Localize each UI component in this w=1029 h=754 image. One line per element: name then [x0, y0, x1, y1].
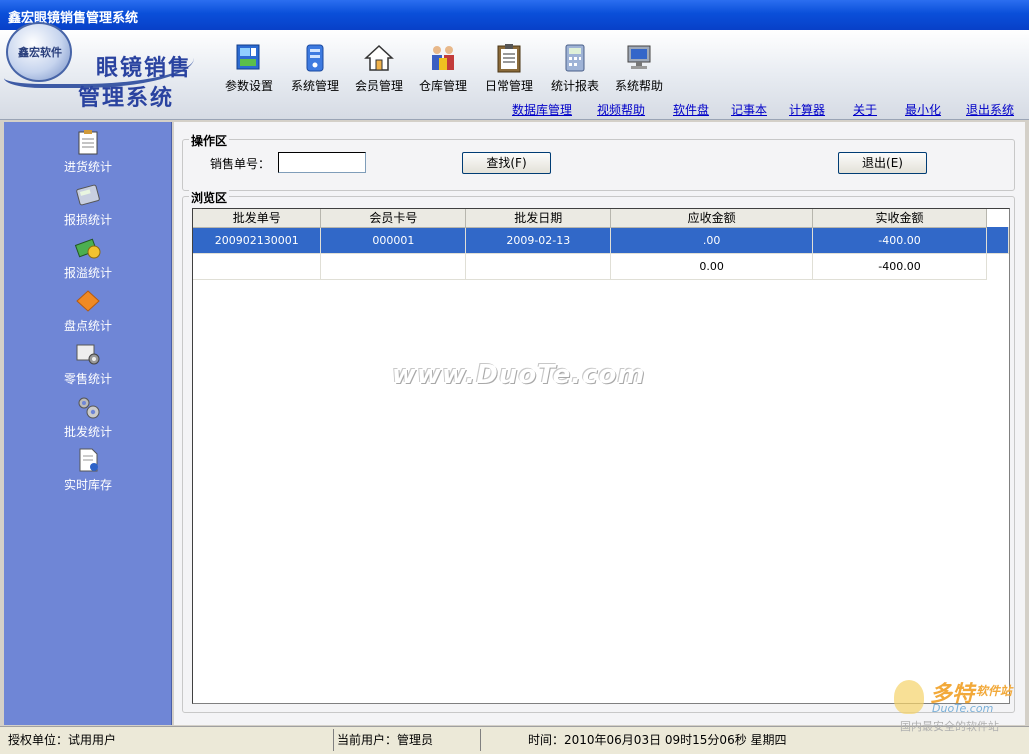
link-notepad[interactable]: 记事本	[731, 101, 767, 118]
operation-group-legend: 操作区	[189, 132, 230, 149]
sales-number-input[interactable]	[278, 152, 366, 173]
house-icon	[364, 44, 394, 71]
row-filler	[986, 253, 1009, 279]
title-bar: 鑫宏眼镜销售管理系统	[0, 0, 1029, 30]
gears-icon	[78, 397, 100, 419]
status-divider	[333, 729, 334, 751]
search-button[interactable]: 查找(F)	[462, 152, 551, 174]
money-icon	[74, 238, 101, 259]
header-filler	[986, 209, 1009, 227]
sales-number-label: 销售单号：	[210, 157, 271, 171]
toolbar-label: 会员管理	[354, 79, 403, 93]
row-filler	[986, 227, 1010, 254]
toolbar-button-daily[interactable]: 日常管理	[478, 42, 540, 96]
toolbar-button-warehouse[interactable]: 仓库管理	[412, 42, 474, 96]
clipboard-icon	[497, 44, 521, 73]
brand-title-line1: 眼镜销售	[96, 55, 193, 81]
browse-group-legend: 浏览区	[189, 189, 230, 206]
status-divider	[480, 729, 481, 751]
link-calculator[interactable]: 计算器	[789, 101, 825, 118]
toolbar-label: 系统管理	[290, 79, 339, 93]
corner-site: DuoTe.com	[932, 702, 994, 715]
sidebar: 进货统计 报损统计 报溢统计 盘点统计 零售统计 批发统计 实时库存	[4, 122, 172, 725]
sidebar-item-label: 零售统计	[63, 372, 112, 386]
grid-header-row: 批发单号 会员卡号 批发日期 应收金额 实收金额	[193, 209, 1009, 228]
sidebar-item-label: 报损统计	[63, 213, 112, 227]
table-row-summary[interactable]: 0.00 -400.00	[193, 253, 1009, 280]
diamond-icon	[76, 290, 100, 312]
clipboard-icon	[78, 130, 98, 155]
status-user: 当前用户：管理员	[337, 733, 434, 747]
document-icon	[79, 448, 98, 472]
mascot-icon	[894, 680, 924, 714]
column-header[interactable]: 应收金额	[610, 209, 814, 228]
sidebar-item-label: 实时库存	[63, 478, 112, 492]
cell-order-no: 200902130001	[193, 227, 322, 254]
calculator-icon	[565, 44, 585, 72]
column-header[interactable]: 批发日期	[465, 209, 612, 228]
link-database[interactable]: 数据库管理	[512, 101, 572, 118]
computer-icon	[627, 45, 651, 69]
sidebar-item-loss-stats[interactable]: 报损统计	[4, 181, 172, 228]
corner-tagline: 国内最安全的软件站	[900, 720, 999, 733]
data-grid[interactable]: 批发单号 会员卡号 批发日期 应收金额 实收金额 200902130001 00…	[192, 208, 1010, 704]
cell-member-card	[320, 253, 467, 280]
column-header[interactable]: 会员卡号	[320, 209, 467, 228]
link-video-help[interactable]: 视频帮助	[597, 101, 645, 118]
site-watermark: www.DuoTe.com	[392, 360, 646, 390]
toolbar-label: 仓库管理	[418, 79, 467, 93]
cell-order-no	[193, 253, 322, 280]
settings-board-icon	[236, 44, 260, 70]
toolbar-label: 系统帮助	[614, 79, 663, 93]
cell-date	[465, 253, 612, 280]
table-row[interactable]: 200902130001 000001 2009-02-13 .00 -400.…	[193, 227, 1010, 254]
cell-member-card: 000001	[320, 227, 467, 254]
sidebar-item-label: 盘点统计	[63, 319, 112, 333]
link-minimize[interactable]: 最小化	[905, 101, 941, 118]
toolbar-label: 日常管理	[484, 79, 533, 93]
sidebar-item-realtime-stock[interactable]: 实时库存	[4, 446, 172, 493]
brand-title-line2: 管理系统	[78, 85, 175, 111]
status-bar: 授权单位：试用用户 当前用户：管理员 时间：2010年06月03日 09时15分…	[0, 726, 1029, 754]
status-time: 时间：2010年06月03日 09时15分06秒 星期四	[528, 733, 787, 747]
system-icon	[306, 44, 324, 72]
toolbar-label: 统计报表	[550, 79, 599, 93]
column-header[interactable]: 实收金额	[812, 209, 987, 228]
status-unit: 授权单位：试用用户	[8, 733, 117, 747]
cell-receivable: .00	[610, 227, 814, 254]
sidebar-item-wholesale-stats[interactable]: 批发统计	[4, 393, 172, 440]
cell-received: -400.00	[812, 253, 987, 280]
cell-date: 2009-02-13	[465, 227, 612, 254]
sidebar-item-label: 报溢统计	[63, 266, 112, 280]
content-area: 操作区 销售单号： 查找(F) 退出(E) 浏览区 批发单号 会员卡号 批发日期…	[174, 122, 1025, 725]
corner-watermark-logo: 多特 软件站 DuoTe.com 国内最安全的软件站	[880, 676, 1025, 734]
sidebar-item-inventory-check-stats[interactable]: 盘点统计	[4, 287, 172, 334]
cell-receivable: 0.00	[610, 253, 814, 280]
toolbar-button-member[interactable]: 会员管理	[348, 42, 410, 96]
sidebar-item-label: 进货统计	[63, 160, 112, 174]
sidebar-item-purchase-stats[interactable]: 进货统计	[4, 128, 172, 175]
corner-sub: 软件站	[976, 684, 1013, 698]
sidebar-item-label: 批发统计	[63, 425, 112, 439]
link-about[interactable]: 关于	[853, 101, 877, 118]
brand-logo: 鑫宏软件	[6, 22, 72, 82]
toolbar-button-reports[interactable]: 统计报表	[544, 42, 606, 96]
people-icon	[432, 46, 454, 70]
gear-disk-icon	[76, 344, 100, 365]
cell-received: -400.00	[812, 227, 987, 254]
link-exit-system[interactable]: 退出系统	[966, 101, 1014, 118]
brand-logo-text: 鑫宏软件	[18, 46, 62, 59]
column-header[interactable]: 批发单号	[193, 209, 322, 228]
sidebar-item-overflow-stats[interactable]: 报溢统计	[4, 234, 172, 281]
calculator-icon	[76, 184, 100, 206]
toolbar-button-help[interactable]: 系统帮助	[608, 42, 670, 96]
link-soft-keyboard[interactable]: 软件盘	[673, 101, 709, 118]
exit-button[interactable]: 退出(E)	[838, 152, 927, 174]
toolbar-button-params[interactable]: 参数设置	[218, 42, 280, 96]
sidebar-item-retail-stats[interactable]: 零售统计	[4, 340, 172, 387]
toolbar-button-system[interactable]: 系统管理	[284, 42, 346, 96]
toolbar-label: 参数设置	[224, 79, 273, 93]
